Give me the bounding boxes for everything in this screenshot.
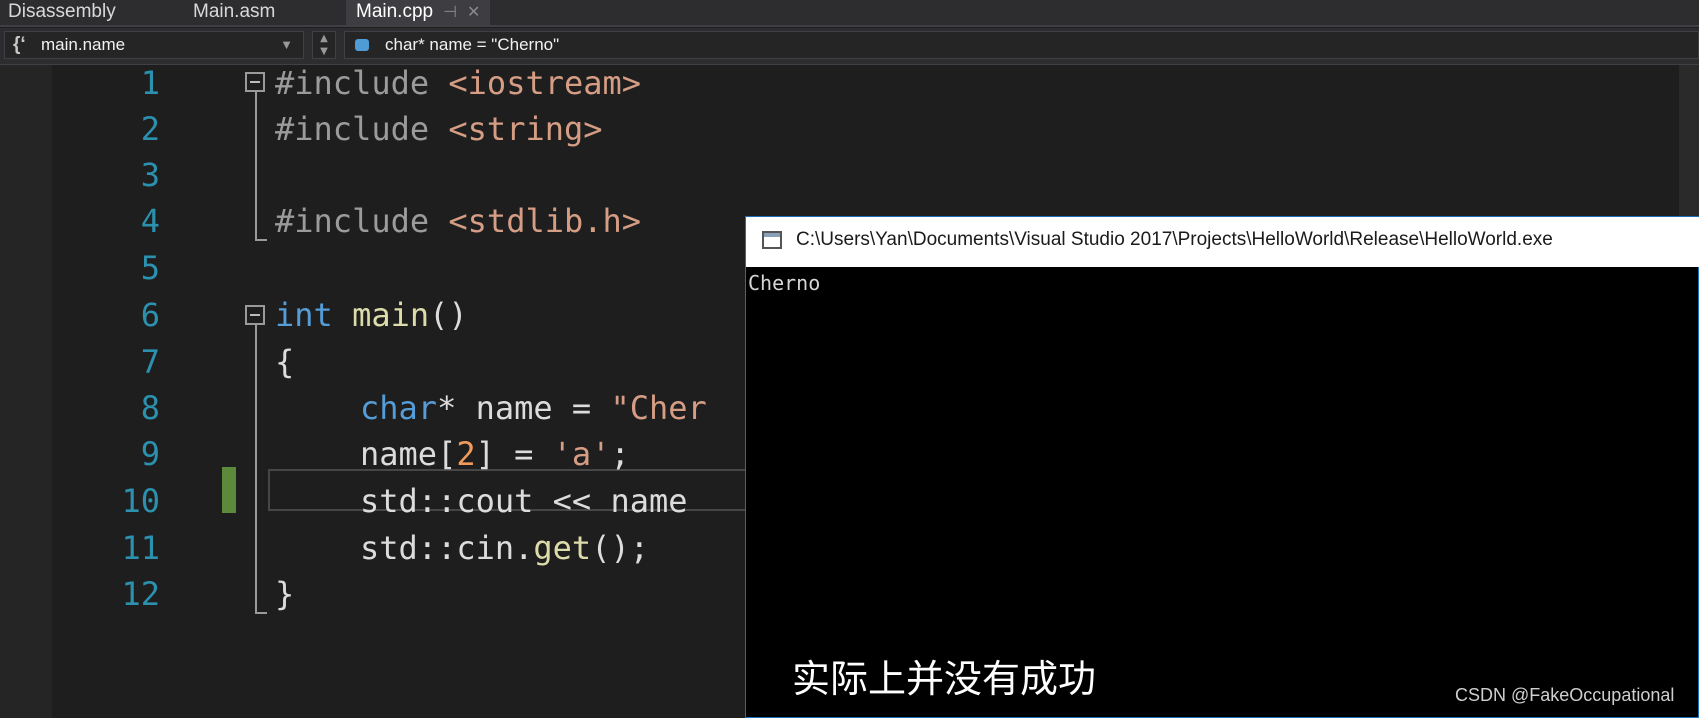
line-number: 12	[121, 575, 160, 613]
editor-margin	[0, 65, 52, 718]
code-text: ;	[610, 435, 630, 473]
navigation-bar: {ʻ main.name ▼ ▲ ▼ char* name = "Cherno"	[0, 28, 1699, 65]
outline-guide-end	[255, 239, 267, 241]
scope-dropdown[interactable]: {ʻ main.name ▼	[4, 31, 304, 59]
console-app-icon	[762, 231, 782, 249]
console-output: Cherno	[748, 271, 821, 295]
include-path: <iostream>	[429, 64, 642, 102]
code-text: * name =	[437, 389, 611, 427]
keyword: char	[360, 389, 438, 427]
console-title-bar[interactable]: C:\Users\Yan\Documents\Visual Studio 201…	[746, 217, 1699, 267]
line-number: 2	[140, 110, 160, 148]
line-number: 1	[140, 64, 160, 102]
code-line: {	[275, 344, 294, 380]
document-tab-bar: Disassembly Main.asm Main.cpp ⊣ ✕	[0, 0, 1699, 27]
video-subtitle: 实际上并没有成功	[792, 657, 1097, 701]
punctuation: }	[275, 575, 295, 613]
preprocessor: #include	[275, 202, 430, 240]
code-line: name[2] = 'a';	[360, 436, 630, 472]
code-line: #include <iostream>	[275, 65, 641, 101]
console-window[interactable]: C:\Users\Yan\Documents\Visual Studio 201…	[745, 216, 1699, 718]
line-number: 3	[140, 156, 160, 194]
code-text: name[	[360, 435, 457, 473]
chevron-down-icon[interactable]: ▼	[280, 32, 293, 58]
code-line: int main()	[275, 297, 468, 333]
outline-guide	[255, 325, 257, 613]
tab-underline	[0, 25, 1699, 27]
split-spinner[interactable]: ▲ ▼	[312, 31, 336, 59]
char-literal: 'a'	[552, 435, 611, 473]
member-value: char* name = "Cherno"	[385, 35, 560, 54]
tab-main-asm[interactable]: Main.asm	[193, 0, 275, 26]
collapse-icon[interactable]	[245, 72, 265, 92]
scope-value: main.name	[41, 35, 126, 54]
tab-label: Disassembly	[8, 1, 116, 22]
scope-icon: {ʻ	[13, 34, 26, 55]
line-number: 7	[140, 343, 160, 381]
console-title: C:\Users\Yan\Documents\Visual Studio 201…	[796, 229, 1553, 250]
code-line: std::cin.get();	[360, 530, 649, 566]
line-number: 8	[140, 389, 160, 427]
line-number: 11	[121, 529, 160, 567]
code-text: ();	[591, 529, 649, 567]
close-icon[interactable]: ✕	[467, 4, 480, 21]
function-name: get	[533, 529, 592, 567]
code-line: #include <string>	[275, 111, 603, 147]
code-line: char* name = "Cher	[360, 390, 707, 426]
keyword: int	[275, 296, 333, 334]
pin-icon[interactable]: ⊣	[443, 4, 457, 21]
code-text: std::cout << name	[360, 482, 688, 520]
punctuation: ()	[429, 296, 468, 334]
code-line: }	[275, 576, 294, 612]
tab-disassembly[interactable]: Disassembly	[8, 0, 116, 26]
tab-main-cpp[interactable]: Main.cpp ⊣ ✕	[346, 0, 491, 26]
include-path: <string>	[429, 110, 603, 148]
line-number: 4	[140, 202, 160, 240]
code-line: std::cout << name	[360, 483, 688, 519]
member-dropdown[interactable]: char* name = "Cherno"	[344, 31, 1699, 59]
collapse-icon[interactable]	[245, 305, 265, 325]
variable-icon	[355, 39, 369, 51]
string-literal: "Cher	[610, 389, 707, 427]
code-line: #include <stdlib.h>	[275, 203, 641, 239]
code-text: std::cin.	[360, 529, 534, 567]
outline-guide-end	[255, 612, 267, 614]
include-path: <stdlib.h>	[429, 202, 642, 240]
code-text: ] =	[475, 435, 553, 473]
line-number: 6	[140, 296, 160, 334]
tab-label: Main.asm	[193, 1, 276, 22]
line-number: 5	[140, 249, 160, 287]
change-tracking-marker	[222, 467, 236, 513]
outline-guide	[255, 92, 257, 240]
line-number: 10	[121, 482, 160, 520]
punctuation: {	[275, 343, 295, 381]
watermark: CSDN @FakeOccupational	[1455, 685, 1675, 705]
preprocessor: #include	[275, 64, 430, 102]
function-name: main	[332, 296, 430, 334]
number-literal: 2	[456, 435, 476, 473]
preprocessor: #include	[275, 110, 430, 148]
tab-label: Main.cpp	[356, 1, 434, 22]
line-number: 9	[140, 435, 160, 473]
